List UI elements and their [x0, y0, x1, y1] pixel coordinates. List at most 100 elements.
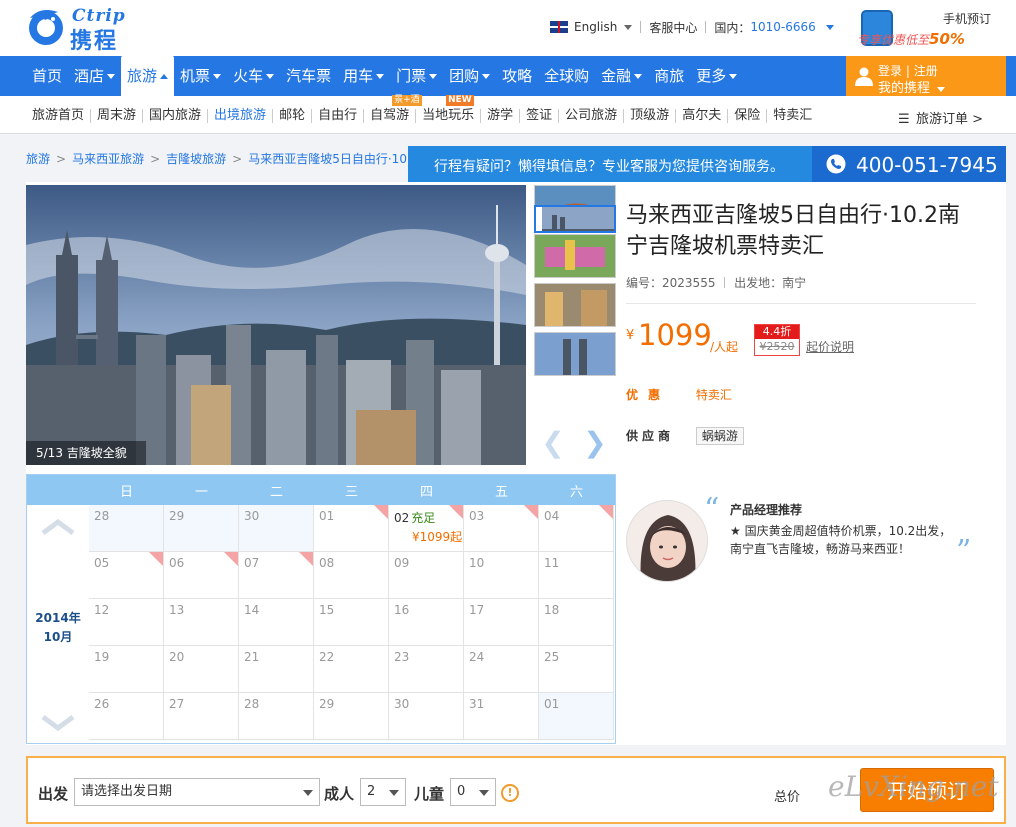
main-photo[interactable]: 5/13 吉隆坡全貌 [26, 185, 526, 465]
consult-phone-box[interactable]: 400-051-7945 [812, 146, 1006, 182]
calendar-day-cell[interactable]: 01 [539, 693, 614, 740]
breadcrumb-item[interactable]: 旅游 [26, 152, 50, 166]
thumbnail[interactable] [534, 234, 616, 278]
calendar-day-cell[interactable]: 12 [89, 599, 164, 646]
thumbnail[interactable] [534, 332, 616, 376]
calendar-day-cell[interactable]: 10 [464, 552, 539, 599]
calendar-day-cell[interactable]: 30 [389, 693, 464, 740]
my-ctrip-link[interactable]: 我的携程 [878, 77, 946, 96]
nav-item[interactable]: 更多 [690, 56, 743, 96]
register-link[interactable]: 注册 [914, 64, 938, 78]
sub-nav-item[interactable]: 游学 [481, 109, 521, 123]
sub-nav-item[interactable]: 邮轮 [273, 109, 313, 123]
nav-item[interactable]: 汽车票 [280, 56, 337, 96]
calendar-day-cell[interactable]: 21 [239, 646, 314, 693]
sub-nav-item-label: 周末游 [97, 108, 137, 123]
calendar-day-cell[interactable]: 30 [239, 505, 314, 552]
calendar-day-cell[interactable]: 18 [539, 599, 614, 646]
nav-item[interactable]: 火车 [227, 56, 280, 96]
sub-nav-item[interactable]: 自由行 [312, 109, 365, 123]
sub-nav-item[interactable]: 出境旅游 [208, 109, 274, 123]
nav-item[interactable]: 机票 [174, 56, 227, 96]
calendar-day-cell[interactable]: 15 [314, 599, 389, 646]
nav-item[interactable]: 全球购 [538, 56, 595, 96]
sub-nav-item-label: 公司旅游 [565, 108, 618, 123]
thumbnail[interactable] [534, 283, 616, 327]
calendar-day-cell[interactable]: 27 [164, 693, 239, 740]
login-link[interactable]: 登录 [878, 64, 902, 78]
calendar-day-cell[interactable]: 13 [164, 599, 239, 646]
calendar-day-cell[interactable]: 28 [89, 505, 164, 552]
ctrip-logo[interactable]: Ctrip 携程 [24, 4, 144, 54]
calendar-day-cell[interactable]: 08 [314, 552, 389, 599]
sub-nav-item[interactable]: 周末游 [91, 108, 144, 123]
arrow-right-icon[interactable]: ❯ [580, 428, 610, 458]
chevron-down-icon[interactable] [624, 24, 633, 30]
breadcrumb-item[interactable]: 吉隆坡旅游 [166, 152, 226, 166]
sub-nav-item[interactable]: 当地玩乐 NEW [416, 95, 482, 123]
calendar-day-cell[interactable]: 26 [89, 693, 164, 740]
calendar-day-cell[interactable]: 29 [314, 693, 389, 740]
sub-nav-item[interactable]: 旅游首页 [26, 109, 92, 123]
calendar-day-cell[interactable]: 22 [314, 646, 389, 693]
calendar-day-cell[interactable]: 04 [539, 505, 614, 552]
uk-flag-icon [550, 21, 568, 33]
calendar-day-cell[interactable]: 11 [539, 552, 614, 599]
depart-date-select[interactable]: 请选择出发日期 [74, 778, 320, 806]
calendar-day-cell[interactable]: 02 充足 ¥1099起 [389, 505, 464, 552]
sub-nav-item[interactable]: 顶级游 [624, 109, 677, 123]
nav-item[interactable]: 旅游 [121, 56, 175, 96]
calendar-day-cell[interactable]: 06 [164, 552, 239, 599]
calendar-day-cell[interactable]: 29 [164, 505, 239, 552]
calendar-day-cell[interactable]: 05 [89, 552, 164, 599]
nav-item[interactable]: 商旅 [648, 56, 690, 96]
travel-orders-link[interactable]: ☰ 旅游订单 > [898, 108, 983, 127]
chevron-down-icon[interactable] [825, 24, 834, 30]
child-count-select[interactable]: 0 [450, 778, 496, 806]
price-note-link[interactable]: 起价说明 [806, 338, 854, 355]
calendar-day-cell[interactable]: 07 [239, 552, 314, 599]
calendar-day-cell[interactable]: 03 [464, 505, 539, 552]
breadcrumb-item[interactable]: 马来西亚旅游 [72, 152, 144, 166]
calendar-day-cell[interactable]: 28 [239, 693, 314, 740]
promo-value[interactable]: 特卖汇 [696, 388, 732, 402]
calendar-day-cell[interactable]: 20 [164, 646, 239, 693]
adult-count-select[interactable]: 2 [360, 778, 406, 806]
breadcrumb-item[interactable]: 马来西亚吉隆坡5日自由行·10.2南 [248, 152, 426, 166]
nav-item[interactable]: 门票 [390, 56, 443, 96]
info-icon[interactable]: ! [501, 784, 519, 802]
chevron-up-icon[interactable] [41, 519, 75, 535]
sub-nav-item[interactable]: 自驾游 景+酒 [364, 95, 422, 123]
calendar-day-cell[interactable]: 09 [389, 552, 464, 599]
calendar-day-cell[interactable]: 17 [464, 599, 539, 646]
nav-item[interactable]: 酒店 [68, 56, 121, 96]
calendar-day-cell[interactable]: 14 [239, 599, 314, 646]
chevron-down-icon[interactable] [41, 715, 75, 731]
nav-item[interactable]: 攻略 [496, 56, 538, 96]
calendar-day-cell[interactable]: 31 [464, 693, 539, 740]
sub-nav-item[interactable]: 高尔夫 [676, 109, 729, 123]
nav-item[interactable]: 首页 [26, 56, 68, 96]
sub-nav-item[interactable]: 特卖汇 [767, 109, 818, 123]
breadcrumb-separator: > [232, 152, 243, 166]
sub-nav-item[interactable]: 保险 [728, 109, 768, 123]
nav-item[interactable]: 用车 [337, 56, 390, 96]
sub-nav-item[interactable]: 公司旅游 [559, 108, 625, 123]
service-center-link[interactable]: 客服中心 [649, 19, 697, 36]
nav-item[interactable]: 团购 [443, 56, 496, 96]
calendar-day-cell[interactable]: 23 [389, 646, 464, 693]
thumbnail-selected[interactable] [534, 205, 616, 233]
sub-nav-item[interactable]: 签证 [520, 109, 560, 123]
start-booking-button[interactable]: 开始预订 [860, 768, 994, 812]
calendar-day-cell[interactable]: 01 [314, 505, 389, 552]
calendar-day-cell[interactable]: 16 [389, 599, 464, 646]
calendar-day-cell[interactable]: 25 [539, 646, 614, 693]
calendar-day-cell[interactable]: 24 [464, 646, 539, 693]
nav-item[interactable]: 金融 [595, 56, 648, 96]
sub-nav-item[interactable]: 国内旅游 [143, 109, 209, 123]
language-switch[interactable]: English [574, 20, 617, 34]
login-box[interactable]: 登录 | 注册 我的携程 [846, 56, 1006, 96]
mobile-app-promo[interactable]: 手机预订 专享优惠低至50% [855, 8, 1010, 50]
arrow-left-icon[interactable]: ❮ [538, 428, 568, 458]
calendar-day-cell[interactable]: 19 [89, 646, 164, 693]
